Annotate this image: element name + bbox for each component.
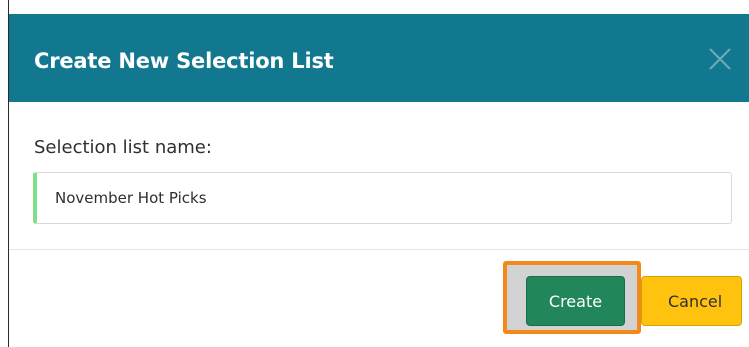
selection-list-name-input[interactable] — [33, 172, 732, 224]
close-button[interactable] — [706, 45, 734, 73]
page: Create New Selection List Selection list… — [0, 0, 749, 347]
create-button[interactable]: Create — [526, 276, 625, 326]
dialog-header: Create New Selection List — [9, 14, 749, 102]
cancel-button[interactable]: Cancel — [641, 276, 742, 326]
create-selection-list-dialog: Create New Selection List Selection list… — [9, 0, 749, 347]
selection-list-name-label: Selection list name: — [34, 137, 212, 158]
footer-divider — [9, 249, 749, 250]
dialog-title: Create New Selection List — [34, 49, 334, 73]
close-icon — [709, 48, 731, 70]
